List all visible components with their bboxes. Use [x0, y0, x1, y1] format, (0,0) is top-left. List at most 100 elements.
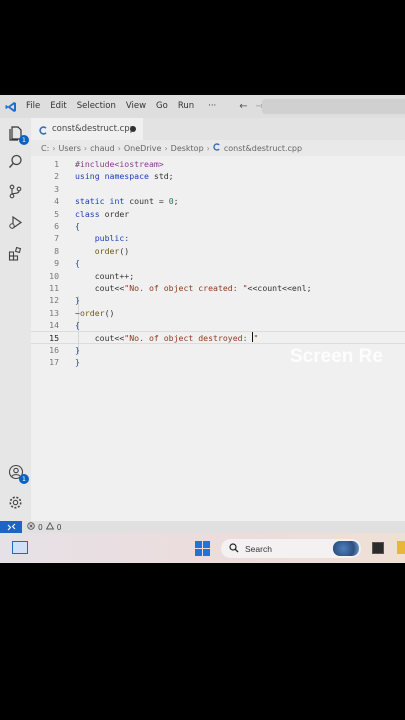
remote-icon[interactable]: [0, 521, 22, 533]
command-center-search[interactable]: [262, 99, 405, 114]
title-bar: File Edit Selection View Go Run ··· ← →: [0, 95, 405, 118]
code-line[interactable]: 4 static int count = 0;: [31, 195, 405, 207]
line-number: 12: [49, 295, 59, 306]
warning-count: 0: [56, 522, 62, 532]
code-text: #include<iostream>: [75, 159, 164, 169]
code-line[interactable]: 7 public:: [31, 232, 405, 244]
line-number: 9: [54, 258, 59, 269]
code-line[interactable]: 1 #include<iostream>: [31, 158, 405, 170]
menu-more-icon[interactable]: ···: [203, 95, 221, 118]
code-line[interactable]: 2 using namespace std;: [31, 170, 405, 182]
code-line[interactable]: 10 count++;: [31, 270, 405, 282]
code-line[interactable]: 14 {: [31, 319, 405, 331]
code-line[interactable]: 8 order(): [31, 245, 405, 257]
code-text: count++;: [75, 270, 135, 281]
code-text: static int count = 0;: [75, 196, 179, 207]
screen: File Edit Selection View Go Run ··· ← → …: [0, 95, 405, 563]
activity-bar: 1 1: [0, 118, 31, 521]
chevron-right-icon: ›: [52, 143, 56, 153]
explorer-icon[interactable]: 1: [5, 122, 29, 145]
line-number: 11: [49, 283, 59, 293]
cpp-file-icon: [39, 120, 48, 139]
code-text: using namespace std;: [75, 171, 174, 182]
code-line[interactable]: 13 ~order(): [31, 307, 405, 319]
line-number: 16: [49, 345, 59, 355]
accounts-badge: 1: [19, 474, 29, 484]
menu-view[interactable]: View: [121, 95, 151, 118]
breadcrumb-onedrive[interactable]: OneDrive: [124, 144, 162, 153]
code-text: cout<<"No. of object destroyed: ": [75, 331, 259, 343]
code-text: public:: [94, 233, 130, 244]
breadcrumb-user[interactable]: chaud: [90, 144, 115, 153]
line-number: 13: [49, 307, 59, 318]
code-editor[interactable]: 1 #include<iostream> 2 using namespace std;…: [31, 156, 405, 521]
vscode-logo-icon: [1, 95, 21, 118]
windows-taskbar: Search: [0, 533, 405, 563]
menu-run[interactable]: Run: [173, 95, 199, 118]
line-number: 3: [54, 183, 59, 194]
chevron-right-icon: ›: [206, 143, 210, 153]
search-icon: [229, 542, 239, 555]
line-number: 6: [54, 221, 59, 231]
code-line[interactable]: 9{: [31, 257, 405, 269]
code-text: class order: [75, 208, 130, 219]
code-text: order(): [94, 245, 130, 256]
code-text: }: [75, 345, 80, 355]
line-number: 17: [49, 357, 59, 368]
code-text: }: [75, 295, 80, 306]
code-line[interactable]: 3: [31, 183, 405, 195]
breadcrumb: C: › Users › chaud › OneDrive › Desktop › con…: [41, 142, 302, 154]
tab-label: const&destruct.cpp: [52, 124, 136, 134]
file-explorer-icon[interactable]: [397, 541, 405, 554]
line-number: 1: [54, 159, 59, 169]
code-text: }: [75, 357, 80, 368]
menu-go[interactable]: Go: [151, 95, 173, 118]
breadcrumb-drive[interactable]: C:: [41, 144, 49, 153]
menu-edit[interactable]: Edit: [45, 95, 71, 118]
line-number: 10: [49, 270, 59, 281]
code-text: cout<<"No. of object created: "<<count<<…: [75, 283, 312, 293]
windows-start-icon[interactable]: [195, 541, 210, 556]
warning-icon: [45, 521, 54, 532]
line-number: 8: [54, 245, 59, 256]
problems-indicator[interactable]: 0 0: [27, 521, 62, 532]
code-text: {: [75, 258, 80, 269]
unsaved-dot-icon[interactable]: [130, 126, 136, 132]
code-line[interactable]: 5 class order: [31, 208, 405, 220]
line-number: 5: [54, 208, 59, 219]
tab-bar: const&destruct.cpp: [31, 118, 405, 140]
menu-file[interactable]: File: [21, 95, 45, 118]
error-icon: [27, 522, 35, 532]
settings-gear-icon[interactable]: [5, 492, 26, 513]
breadcrumb-users[interactable]: Users: [58, 144, 80, 153]
menu-selection[interactable]: Selection: [72, 95, 121, 118]
line-number: 14: [49, 320, 59, 331]
source-control-icon[interactable]: [5, 181, 26, 202]
code-line[interactable]: 11 cout<<"No. of object created: "<<coun…: [31, 282, 405, 294]
screen-recorder-watermark: Screen Re: [290, 346, 383, 367]
error-count: 0: [38, 522, 43, 532]
breadcrumb-file[interactable]: const&destruct.cpp: [224, 144, 302, 153]
cpp-file-icon: [213, 143, 221, 153]
extensions-icon[interactable]: [5, 243, 26, 264]
line-number: 2: [54, 171, 59, 182]
run-debug-icon[interactable]: [5, 212, 26, 233]
accounts-icon[interactable]: 1: [5, 461, 29, 484]
search-highlight-image: [333, 541, 359, 556]
code-line[interactable]: 15 cout<<"No. of object destroyed: ": [31, 331, 405, 344]
code-text: {: [75, 221, 80, 231]
line-number: 15: [49, 332, 59, 343]
breadcrumb-desktop[interactable]: Desktop: [171, 144, 204, 153]
back-arrow-icon[interactable]: ←: [235, 101, 251, 112]
chevron-right-icon: ›: [164, 143, 168, 153]
taskbar-search[interactable]: Search: [221, 539, 361, 558]
code-line[interactable]: 12}: [31, 294, 405, 306]
tab-const-destruct[interactable]: const&destruct.cpp: [31, 118, 143, 140]
code-text: {: [75, 320, 80, 331]
taskbar-app-icon[interactable]: [372, 542, 384, 554]
chevron-right-icon: ›: [83, 143, 88, 153]
explorer-badge: 1: [19, 135, 29, 145]
search-icon[interactable]: [5, 151, 26, 172]
widgets-icon[interactable]: [12, 541, 28, 554]
code-line[interactable]: 6{: [31, 220, 405, 232]
